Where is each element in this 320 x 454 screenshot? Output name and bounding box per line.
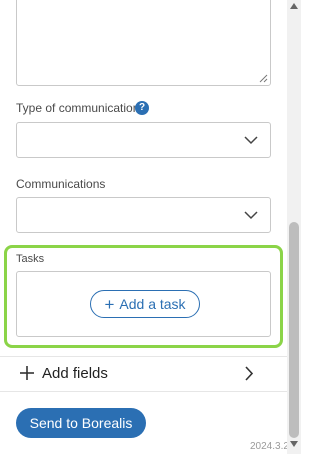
plus-icon: + bbox=[104, 294, 115, 314]
notes-textarea[interactable] bbox=[16, 0, 271, 86]
scroll-up-arrow-icon[interactable] bbox=[290, 3, 298, 9]
chevron-down-icon bbox=[244, 136, 258, 145]
type-of-communication-label: Type of communication bbox=[16, 101, 140, 115]
form-page: Type of communication ? Communications T… bbox=[0, 0, 301, 454]
communications-select[interactable] bbox=[16, 197, 271, 233]
send-to-borealis-button[interactable]: Send to Borealis bbox=[16, 408, 146, 438]
plus-icon bbox=[20, 366, 34, 380]
communications-label: Communications bbox=[16, 177, 106, 191]
add-task-button[interactable]: + Add a task bbox=[90, 290, 200, 318]
add-fields-label: Add fields bbox=[42, 365, 108, 382]
question-circle-icon[interactable]: ? bbox=[135, 101, 149, 115]
add-fields-row[interactable]: Add fields bbox=[0, 357, 287, 391]
chevron-down-icon bbox=[244, 211, 258, 220]
add-task-label: Add a task bbox=[119, 296, 186, 312]
type-of-communication-select[interactable] bbox=[16, 122, 271, 158]
scroll-down-arrow-icon[interactable] bbox=[290, 441, 298, 447]
tasks-container: + Add a task bbox=[16, 271, 271, 337]
resize-grip-icon[interactable] bbox=[259, 74, 268, 83]
scrollbar-thumb[interactable] bbox=[289, 222, 299, 438]
tasks-label: Tasks bbox=[16, 253, 45, 265]
chevron-right-icon bbox=[245, 366, 254, 381]
version-label: 2024.3.2 bbox=[250, 441, 289, 452]
divider bbox=[0, 391, 287, 392]
